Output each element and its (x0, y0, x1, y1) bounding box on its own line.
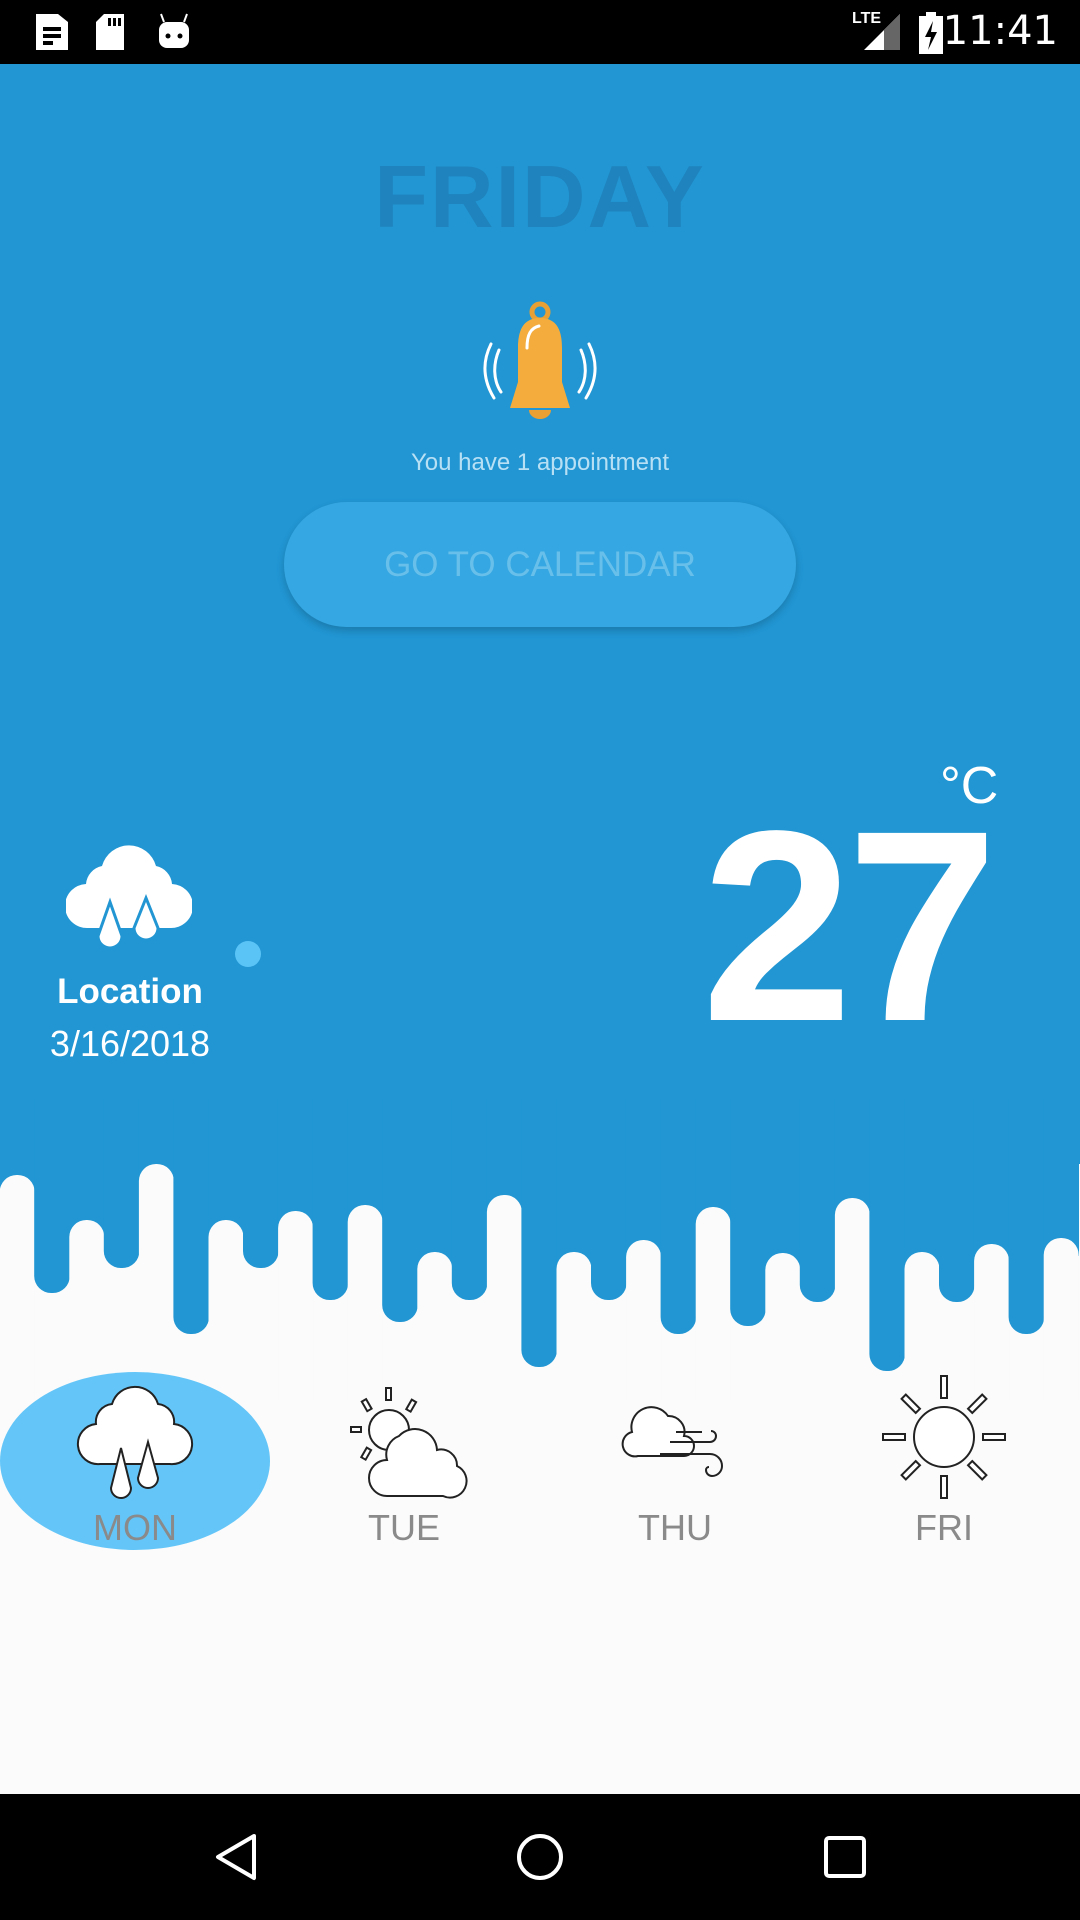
drip-top (173, 1100, 209, 1130)
temperature-value: 27 (701, 774, 998, 1078)
drip (869, 1100, 905, 1371)
android-icon (159, 13, 189, 48)
drip-top (521, 1100, 557, 1130)
drip-top (451, 1100, 488, 1130)
rain-cloud-icon (76, 1385, 194, 1499)
drip-top (730, 1100, 766, 1130)
forecast-day-fri[interactable]: FRI (809, 1372, 1079, 1552)
signal-icon (864, 14, 900, 50)
back-icon[interactable] (212, 1832, 262, 1882)
drip-gap (277, 1100, 314, 1229)
bell-icon (483, 301, 597, 419)
battery-charging-icon (919, 12, 943, 54)
windy-cloud-icon (621, 1406, 724, 1478)
day-label: TUE (368, 1507, 440, 1548)
drip (521, 1100, 557, 1367)
drip-gap (625, 1100, 662, 1258)
forecast-day-mon[interactable]: MON (0, 1372, 270, 1552)
appointment-text: You have 1 appointment (411, 449, 669, 476)
day-label: FRI (915, 1507, 973, 1548)
drip-top (660, 1100, 697, 1130)
clock: 11:41 (942, 8, 1058, 54)
drip-top (382, 1100, 418, 1130)
drip-top (103, 1100, 140, 1130)
drip (382, 1100, 418, 1322)
status-bar: LTE 11:41 (0, 0, 1080, 64)
sd-card-icon (96, 14, 124, 50)
drip (1008, 1100, 1045, 1334)
drip-gap (208, 1100, 244, 1238)
drip (660, 1100, 697, 1334)
drip (799, 1100, 836, 1302)
drip (730, 1100, 766, 1326)
drip-column (347, 1205, 383, 1400)
drip-column (0, 1175, 35, 1400)
forecast-day-thu[interactable]: THU (540, 1372, 810, 1552)
drip-top (34, 1100, 70, 1130)
go-to-calendar-button[interactable]: GO TO CALENDAR (284, 502, 796, 627)
drip-gap (556, 1100, 592, 1270)
drip-gap (347, 1100, 383, 1223)
home-icon[interactable] (515, 1832, 565, 1882)
day-title: FRIDAY (374, 147, 706, 246)
drip-gap (765, 1100, 801, 1271)
drip-top (591, 1100, 627, 1130)
partly-cloudy-icon (350, 1387, 468, 1499)
drip-gap (904, 1100, 940, 1270)
drip-gap (973, 1100, 1010, 1262)
drip-top (939, 1100, 975, 1130)
location-label: Location (57, 972, 203, 1011)
page-indicator-dot[interactable] (235, 941, 261, 967)
day-label: MON (93, 1507, 177, 1548)
drip-top (312, 1100, 349, 1130)
drip-column (834, 1198, 870, 1400)
day-label: THU (638, 1507, 712, 1548)
sun-icon (882, 1375, 1006, 1499)
drip-divider (0, 1100, 1079, 1400)
drip-top (1008, 1100, 1045, 1130)
recents-icon[interactable] (820, 1832, 870, 1882)
drip-top (869, 1100, 905, 1130)
drip-column (138, 1164, 174, 1400)
drip-gap (69, 1100, 105, 1238)
rain-cloud-icon (66, 845, 192, 950)
drip-column (486, 1195, 522, 1400)
drip (939, 1100, 975, 1302)
forecast-day-tue[interactable]: TUE (269, 1372, 539, 1552)
drip-gap (695, 1100, 731, 1225)
drip-gap (1043, 1100, 1079, 1256)
date-label: 3/16/2018 (49, 1023, 211, 1064)
drip-top (243, 1100, 279, 1130)
notes-icon (36, 14, 68, 50)
drip (173, 1100, 209, 1334)
drip-gap (417, 1100, 453, 1270)
navigation-bar (0, 1794, 1080, 1920)
drip-top (799, 1100, 836, 1130)
